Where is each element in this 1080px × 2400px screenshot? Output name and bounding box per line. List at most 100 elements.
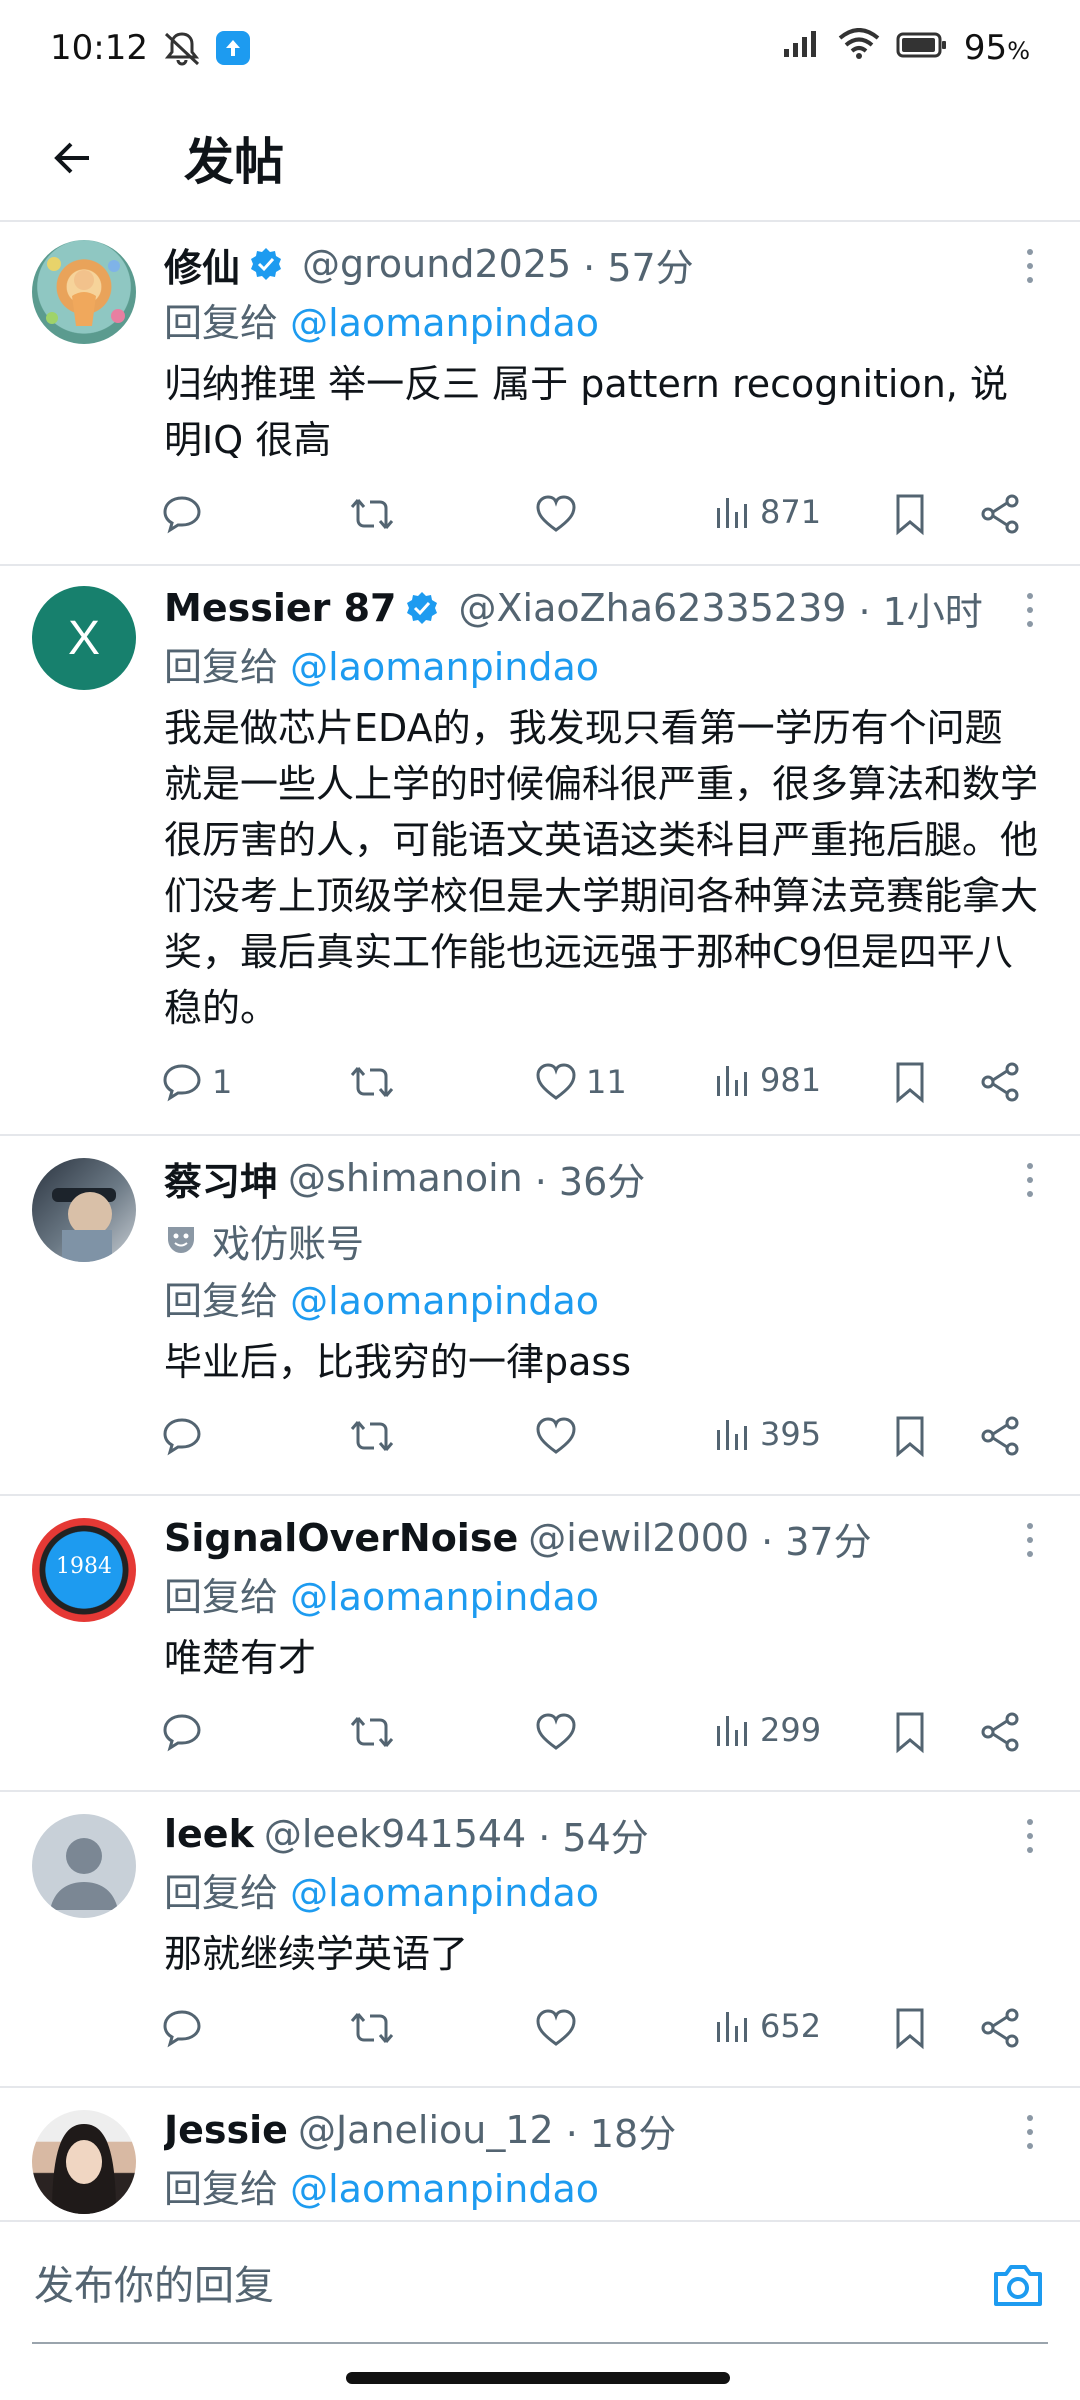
author-name[interactable]: Jessie <box>164 2108 288 2152</box>
reply-prefix: 回复给 <box>164 2167 279 2211</box>
bookmark-icon <box>896 494 924 536</box>
repost-button[interactable] <box>348 1414 396 1458</box>
bookmark-button[interactable] <box>890 1414 930 1458</box>
view-count: 652 <box>760 2007 822 2045</box>
like-button[interactable] <box>534 1414 586 1458</box>
views-button[interactable]: 652 <box>712 2006 821 2046</box>
reply-post[interactable]: Jessie @Janeliou_12 · 18分 回复给 @laomanpin… <box>0 2088 1080 2220</box>
repost-icon <box>350 1067 394 1097</box>
author-name[interactable]: 修仙 <box>164 237 240 292</box>
replies-feed[interactable]: 修仙 @ground2025 · 57分 回复给 @laomanpindao 归… <box>0 222 1080 2220</box>
avatar[interactable] <box>32 2110 136 2214</box>
verified-badge-icon <box>404 590 440 626</box>
reply-button[interactable] <box>160 1710 212 1754</box>
view-count: 299 <box>760 1711 822 1749</box>
share-button[interactable] <box>978 1414 1022 1458</box>
replying-to: 回复给 @laomanpindao <box>164 294 1040 352</box>
author-handle[interactable]: @ground2025 <box>302 242 571 286</box>
share-button[interactable] <box>978 1710 1022 1754</box>
avatar[interactable] <box>32 240 136 344</box>
bookmark-button[interactable] <box>890 2006 930 2050</box>
reply-mention-link[interactable]: @laomanpindao <box>290 1871 599 1915</box>
comment-icon <box>163 1064 201 1102</box>
home-indicator[interactable] <box>346 2372 730 2384</box>
post-text: 那就继续学英语了 <box>164 1932 469 1976</box>
reply-post[interactable]: 蔡习坤 @shimanoin · 36分 戏仿账号 回复给 @laomanpin… <box>0 1136 1080 1496</box>
reply-button[interactable] <box>160 1414 212 1458</box>
author-name[interactable]: Messier 87 <box>164 586 396 630</box>
comment-icon <box>163 1714 201 1752</box>
reply-mention-link[interactable]: @laomanpindao <box>290 2167 599 2211</box>
bookmark-icon <box>896 1712 924 1754</box>
bookmark-icon <box>896 1062 924 1104</box>
action-bar: 871 <box>163 480 1040 568</box>
post-time: · 1小时 <box>858 589 983 634</box>
avatar[interactable]: X <box>32 586 136 690</box>
repost-button[interactable] <box>348 1060 396 1104</box>
avatar[interactable] <box>32 1158 136 1262</box>
reply-post[interactable]: leek @leek941544 · 54分 回复给 @laomanpindao… <box>0 1792 1080 2088</box>
author-name[interactable]: 蔡习坤 <box>164 1151 278 1206</box>
author-name[interactable]: leek <box>164 1812 254 1856</box>
reply-mention-link[interactable]: @laomanpindao <box>290 1279 599 1323</box>
like-button[interactable]: 11 <box>534 1060 627 1104</box>
reply-post[interactable]: 1984 SignalOverNoise @iewil2000 · 37分 回复… <box>0 1496 1080 1792</box>
share-button[interactable] <box>978 1060 1022 1104</box>
share-button[interactable] <box>978 492 1022 536</box>
like-button[interactable] <box>534 1710 586 1754</box>
author-handle[interactable]: @leek941544 <box>264 1812 526 1856</box>
like-button[interactable] <box>534 2006 586 2050</box>
views-button[interactable]: 981 <box>712 1060 821 1100</box>
views-button[interactable]: 395 <box>712 1414 821 1454</box>
more-options-icon[interactable] <box>1020 1520 1040 1560</box>
reply-post[interactable]: 修仙 @ground2025 · 57分 回复给 @laomanpindao 归… <box>0 222 1080 566</box>
camera-button[interactable] <box>990 2262 1046 2310</box>
replying-to: 回复给 @laomanpindao <box>164 1272 1040 1330</box>
reply-count: 1 <box>212 1063 233 1101</box>
author-handle[interactable]: @shimanoin <box>288 1156 523 1200</box>
author-handle[interactable]: @XiaoZha62335239 <box>458 586 846 630</box>
battery-level: 95 <box>963 28 1008 68</box>
action-bar: 1 11 981 <box>163 1048 1040 1136</box>
bar-chart-icon <box>717 2012 747 2042</box>
avatar[interactable] <box>32 1814 136 1918</box>
repost-button[interactable] <box>348 1710 396 1754</box>
more-options-icon[interactable] <box>1020 1816 1040 1856</box>
views-button[interactable]: 871 <box>712 492 821 532</box>
back-button[interactable] <box>28 113 118 203</box>
author-handle[interactable]: @iewil2000 <box>528 1516 749 1560</box>
post-time: · 18分 <box>565 2111 677 2156</box>
reply-button[interactable]: 1 <box>160 1060 232 1104</box>
reply-button[interactable] <box>160 492 212 536</box>
author-name[interactable]: SignalOverNoise <box>164 1516 518 1560</box>
more-options-icon[interactable] <box>1020 246 1040 286</box>
share-button[interactable] <box>978 2006 1022 2050</box>
reply-mention-link[interactable]: @laomanpindao <box>290 1575 599 1619</box>
reply-post[interactable]: X Messier 87 @XiaoZha62335239 · 1小时 回复给 … <box>0 566 1080 1136</box>
views-button[interactable]: 299 <box>712 1710 821 1750</box>
repost-button[interactable] <box>348 2006 396 2050</box>
bookmark-button[interactable] <box>890 1060 930 1104</box>
bookmark-button[interactable] <box>890 492 930 536</box>
like-button[interactable] <box>534 492 586 536</box>
more-options-icon[interactable] <box>1020 1160 1040 1200</box>
repost-icon <box>350 1421 394 1451</box>
author-handle[interactable]: @Janeliou_12 <box>298 2108 554 2152</box>
post-time: · 36分 <box>534 1159 646 1204</box>
bookmark-button[interactable] <box>890 1710 930 1754</box>
reply-input[interactable] <box>34 2263 970 2309</box>
reply-button[interactable] <box>160 2006 212 2050</box>
like-count: 11 <box>586 1063 627 1101</box>
action-bar: 395 <box>163 1402 1040 1490</box>
reply-mention-link[interactable]: @laomanpindao <box>290 301 599 345</box>
more-options-icon[interactable] <box>1020 2112 1040 2152</box>
theater-mask-icon <box>168 1227 194 1253</box>
heart-icon <box>536 2009 576 2046</box>
repost-button[interactable] <box>348 492 396 536</box>
more-options-icon[interactable] <box>1020 590 1040 630</box>
action-bar: 652 <box>163 1994 1040 2082</box>
post-time: · 54分 <box>538 1815 649 1860</box>
reply-mention-link[interactable]: @laomanpindao <box>290 645 599 689</box>
bar-chart-icon <box>717 1066 747 1096</box>
avatar[interactable]: 1984 <box>32 1518 136 1622</box>
